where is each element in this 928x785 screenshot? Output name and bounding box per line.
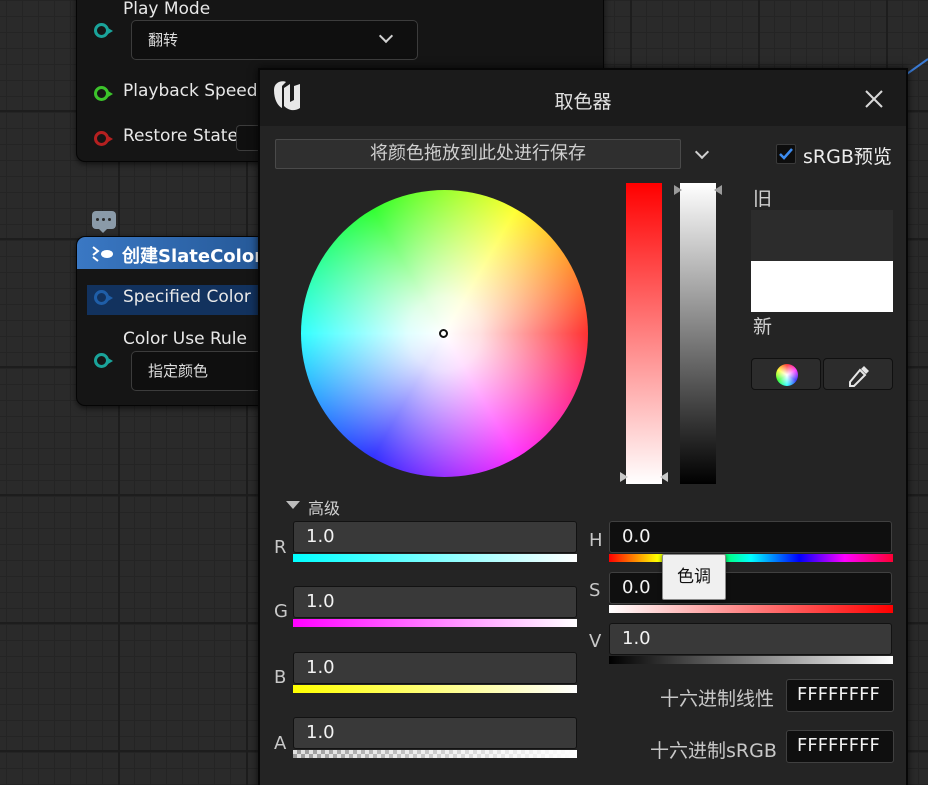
title-bar[interactable]: 取色器 xyxy=(260,70,906,126)
advanced-expand-icon[interactable] xyxy=(286,501,300,509)
v-value: 1.0 xyxy=(622,628,651,649)
playback-speed-label: Playback Speed xyxy=(123,81,258,101)
saturation-slider-handle[interactable] xyxy=(620,470,668,484)
close-icon[interactable] xyxy=(864,89,884,109)
hex-srgb-label: 十六进制sRGB xyxy=(650,740,777,762)
play-mode-value: 翻转 xyxy=(148,31,179,49)
srgb-preview-label: sRGB预览 xyxy=(803,146,892,168)
value-slider-handle[interactable] xyxy=(674,183,722,197)
checkmark-icon xyxy=(779,148,793,160)
a-value: 1.0 xyxy=(306,722,335,743)
b-value: 1.0 xyxy=(306,657,335,678)
h-value-input[interactable]: 0.0 xyxy=(609,521,892,553)
r-label: R xyxy=(274,537,287,558)
eyedropper-button[interactable] xyxy=(823,358,893,390)
h-value: 0.0 xyxy=(622,526,651,547)
hue-tooltip: 色调 xyxy=(662,554,726,600)
hex-linear-value: FFFFFFFF xyxy=(797,684,880,705)
v-slider[interactable] xyxy=(609,656,893,664)
color-wheel-mode-button[interactable] xyxy=(751,358,821,390)
node-title: 创建SlateColor xyxy=(122,246,264,267)
v-label: V xyxy=(589,631,602,652)
window-title: 取色器 xyxy=(554,91,612,113)
new-color-label: 新 xyxy=(753,316,773,338)
color-use-rule-value: 指定颜色 xyxy=(148,362,209,380)
hex-srgb-input[interactable]: FFFFFFFF xyxy=(786,730,894,763)
s-label: S xyxy=(589,580,601,601)
value-slider[interactable] xyxy=(680,183,716,484)
drop-zone-label: 将颜色拖放到此处进行保存 xyxy=(370,143,586,164)
function-icon xyxy=(92,246,113,262)
specified-color-label: Specified Color xyxy=(123,287,251,307)
s-value: 0.0 xyxy=(622,577,651,598)
r-value-input[interactable]: 1.0 xyxy=(293,521,577,553)
v-value-input[interactable]: 1.0 xyxy=(609,623,892,655)
a-slider[interactable] xyxy=(293,750,577,758)
color-use-rule-label: Color Use Rule xyxy=(123,329,247,349)
old-color-swatch xyxy=(751,210,893,261)
a-label: A xyxy=(274,733,287,754)
r-slider[interactable] xyxy=(293,554,577,562)
s-value-input[interactable]: 0.0 xyxy=(609,572,892,604)
srgb-preview-checkbox[interactable] xyxy=(776,144,796,164)
hex-linear-input[interactable]: FFFFFFFF xyxy=(786,679,894,712)
hue-tooltip-text: 色调 xyxy=(677,567,711,587)
g-slider[interactable] xyxy=(293,619,577,627)
g-value: 1.0 xyxy=(306,591,335,612)
eyedropper-icon xyxy=(849,366,869,387)
b-slider[interactable] xyxy=(293,685,577,693)
color-wheel-cursor[interactable] xyxy=(439,329,448,338)
playback-speed-pin[interactable] xyxy=(94,86,113,101)
color-wheel-icon xyxy=(776,364,798,386)
b-value-input[interactable]: 1.0 xyxy=(293,652,577,684)
a-value-input[interactable]: 1.0 xyxy=(293,717,577,749)
chevron-down-icon xyxy=(378,28,394,44)
h-label: H xyxy=(589,530,603,551)
new-color-swatch xyxy=(751,261,893,312)
specified-color-pin[interactable] xyxy=(94,290,113,305)
play-mode-dropdown[interactable]: 翻转 xyxy=(131,20,418,60)
g-label: G xyxy=(274,601,288,622)
s-slider[interactable] xyxy=(609,605,893,613)
play-mode-pin[interactable] xyxy=(94,23,113,38)
g-value-input[interactable]: 1.0 xyxy=(293,586,577,618)
hex-linear-label: 十六进制线性 xyxy=(660,688,775,710)
old-color-label: 旧 xyxy=(753,188,773,210)
r-value: 1.0 xyxy=(306,526,335,547)
saved-colors-drop-zone[interactable]: 将颜色拖放到此处进行保存 xyxy=(275,139,681,169)
color-use-rule-pin[interactable] xyxy=(94,353,113,368)
restore-state-label: Restore State xyxy=(123,126,238,146)
play-mode-label: Play Mode xyxy=(123,0,211,19)
b-label: B xyxy=(274,667,287,688)
color-picker-window: 取色器 将颜色拖放到此处进行保存 sRGB预览 旧 新 高级 R 1.0 G 1… xyxy=(258,68,908,785)
hex-srgb-value: FFFFFFFF xyxy=(797,735,880,756)
saved-colors-expand-icon[interactable] xyxy=(694,144,710,160)
saturation-slider[interactable] xyxy=(626,183,662,484)
h-slider[interactable] xyxy=(609,554,893,562)
restore-state-pin[interactable] xyxy=(94,131,113,146)
advanced-label: 高级 xyxy=(308,499,341,518)
comment-bubble-icon[interactable] xyxy=(92,211,116,233)
